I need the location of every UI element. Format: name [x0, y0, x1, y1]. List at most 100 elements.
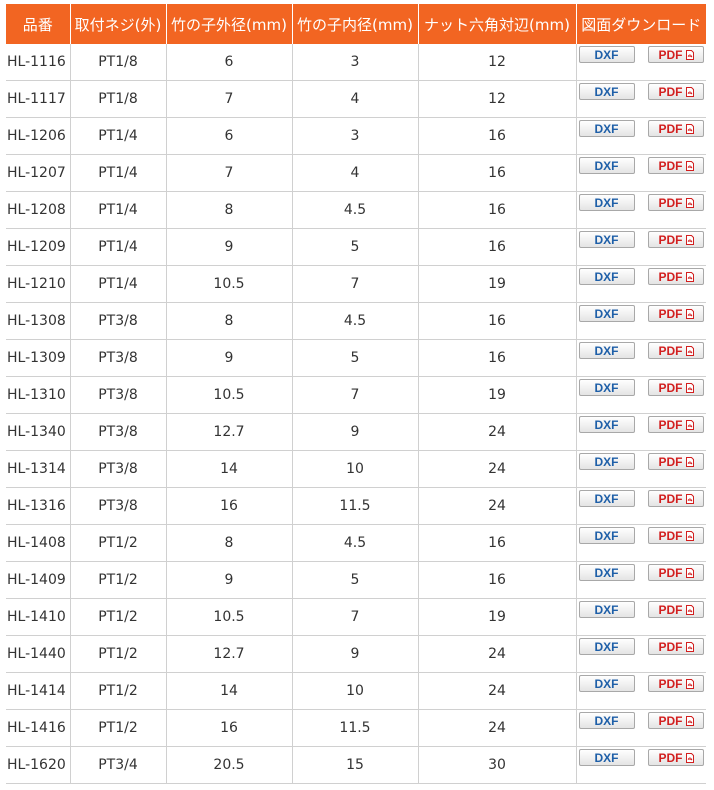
cell-nut-hex: 16 — [418, 339, 577, 377]
pdf-download-button[interactable]: PDF — [648, 120, 704, 137]
table-row: HL-1410 PT1/2 10.5 7 19 DXF PDF — [6, 598, 706, 636]
cell-inner-diameter: 5 — [292, 228, 419, 266]
dxf-button-label: DXF — [594, 528, 619, 543]
download-buttons: DXF PDF — [577, 525, 707, 561]
pdf-file-icon — [685, 345, 694, 356]
pdf-button-label: PDF — [658, 565, 683, 580]
dxf-download-button[interactable]: DXF — [578, 490, 635, 507]
pdf-download-button[interactable]: PDF — [648, 638, 704, 655]
cell-part-number: HL-1116 — [6, 44, 71, 81]
pdf-download-button[interactable]: PDF — [648, 416, 704, 433]
dxf-download-button[interactable]: DXF — [578, 675, 635, 692]
dxf-download-button[interactable]: DXF — [578, 527, 635, 544]
pdf-download-button[interactable]: PDF — [648, 749, 704, 766]
dxf-download-button[interactable]: DXF — [578, 749, 635, 766]
download-buttons: DXF PDF — [577, 192, 707, 228]
download-buttons: DXF PDF — [577, 81, 707, 117]
cell-thread: PT3/8 — [70, 339, 167, 377]
cell-thread: PT3/8 — [70, 302, 167, 340]
pdf-download-button[interactable]: PDF — [648, 46, 704, 63]
cell-inner-diameter: 11.5 — [292, 709, 419, 747]
dxf-button-label: DXF — [594, 121, 619, 136]
cell-part-number: HL-1209 — [6, 228, 71, 266]
pdf-button-label: PDF — [658, 639, 683, 654]
cell-part-number: HL-1308 — [6, 302, 71, 340]
cell-nut-hex: 24 — [418, 709, 577, 747]
table-row: HL-1206 PT1/4 6 3 16 DXF PDF — [6, 117, 706, 155]
cell-part-number: HL-1206 — [6, 117, 71, 155]
dxf-download-button[interactable]: DXF — [578, 194, 635, 211]
pdf-download-button[interactable]: PDF — [648, 379, 704, 396]
pdf-download-button[interactable]: PDF — [648, 305, 704, 322]
pdf-file-icon — [685, 123, 694, 134]
cell-inner-diameter: 3 — [292, 44, 419, 81]
cell-outer-diameter: 12.7 — [166, 413, 293, 451]
cell-thread: PT1/4 — [70, 117, 167, 155]
cell-download: DXF PDF — [576, 339, 706, 377]
cell-nut-hex: 24 — [418, 635, 577, 673]
dxf-download-button[interactable]: DXF — [578, 46, 635, 63]
cell-outer-diameter: 8 — [166, 191, 293, 229]
dxf-download-button[interactable]: DXF — [578, 305, 635, 322]
cell-inner-diameter: 4 — [292, 80, 419, 118]
cell-thread: PT1/4 — [70, 154, 167, 192]
table-row: HL-1316 PT3/8 16 11.5 24 DXF PDF — [6, 487, 706, 525]
pdf-download-button[interactable]: PDF — [648, 194, 704, 211]
cell-inner-diameter: 10 — [292, 450, 419, 488]
dxf-download-button[interactable]: DXF — [578, 157, 635, 174]
dxf-download-button[interactable]: DXF — [578, 712, 635, 729]
cell-download: DXF PDF — [576, 117, 706, 155]
dxf-download-button[interactable]: DXF — [578, 120, 635, 137]
cell-download: DXF PDF — [576, 598, 706, 636]
cell-thread: PT1/2 — [70, 709, 167, 747]
cell-nut-hex: 16 — [418, 561, 577, 599]
cell-download: DXF PDF — [576, 302, 706, 340]
dxf-download-button[interactable]: DXF — [578, 231, 635, 248]
cell-nut-hex: 19 — [418, 265, 577, 303]
pdf-download-button[interactable]: PDF — [648, 268, 704, 285]
pdf-download-button[interactable]: PDF — [648, 527, 704, 544]
cell-outer-diameter: 9 — [166, 561, 293, 599]
pdf-button-label: PDF — [658, 195, 683, 210]
pdf-download-button[interactable]: PDF — [648, 601, 704, 618]
pdf-download-button[interactable]: PDF — [648, 675, 704, 692]
spec-table-container: 品番 取付ネジ(外) 竹の子外径(mm) 竹の子内径(mm) ナット六角対辺(m… — [0, 0, 714, 784]
dxf-download-button[interactable]: DXF — [578, 564, 635, 581]
download-buttons: DXF PDF — [577, 229, 707, 265]
dxf-download-button[interactable]: DXF — [578, 342, 635, 359]
download-buttons: DXF PDF — [577, 44, 707, 80]
pdf-file-icon — [685, 419, 694, 430]
pdf-download-button[interactable]: PDF — [648, 342, 704, 359]
pdf-download-button[interactable]: PDF — [648, 490, 704, 507]
dxf-download-button[interactable]: DXF — [578, 638, 635, 655]
table-row: HL-1116 PT1/8 6 3 12 DXF PDF — [6, 44, 706, 81]
table-row: HL-1117 PT1/8 7 4 12 DXF PDF — [6, 80, 707, 118]
dxf-download-button[interactable]: DXF — [578, 268, 635, 285]
dxf-download-button[interactable]: DXF — [578, 601, 635, 618]
dxf-download-button[interactable]: DXF — [578, 83, 635, 100]
cell-download: DXF PDF — [576, 561, 706, 599]
pdf-download-button[interactable]: PDF — [648, 231, 704, 248]
cell-nut-hex: 16 — [418, 117, 577, 155]
dxf-download-button[interactable]: DXF — [578, 453, 635, 470]
dxf-button-label: DXF — [594, 491, 619, 506]
download-buttons: DXF PDF — [577, 673, 707, 709]
pdf-button-label: PDF — [658, 158, 683, 173]
table-row: HL-1440 PT1/2 12.7 9 24 DXF PDF — [6, 635, 706, 673]
pdf-download-button[interactable]: PDF — [648, 453, 704, 470]
cell-thread: PT3/8 — [70, 487, 167, 525]
table-row: HL-1414 PT1/2 14 10 24 DXF PDF — [6, 672, 707, 710]
cell-part-number: HL-1210 — [6, 265, 71, 303]
pdf-file-icon — [685, 456, 694, 467]
pdf-download-button[interactable]: PDF — [648, 157, 704, 174]
dxf-button-label: DXF — [594, 306, 619, 321]
pdf-download-button[interactable]: PDF — [648, 712, 704, 729]
pdf-download-button[interactable]: PDF — [648, 564, 704, 581]
cell-inner-diameter: 15 — [292, 746, 419, 784]
dxf-download-button[interactable]: DXF — [578, 379, 635, 396]
dxf-download-button[interactable]: DXF — [578, 416, 635, 433]
pdf-download-button[interactable]: PDF — [648, 83, 704, 100]
cell-inner-diameter: 9 — [292, 413, 419, 451]
pdf-button-label: PDF — [658, 491, 683, 506]
table-row: HL-1208 PT1/4 8 4.5 16 DXF PDF — [6, 191, 707, 229]
